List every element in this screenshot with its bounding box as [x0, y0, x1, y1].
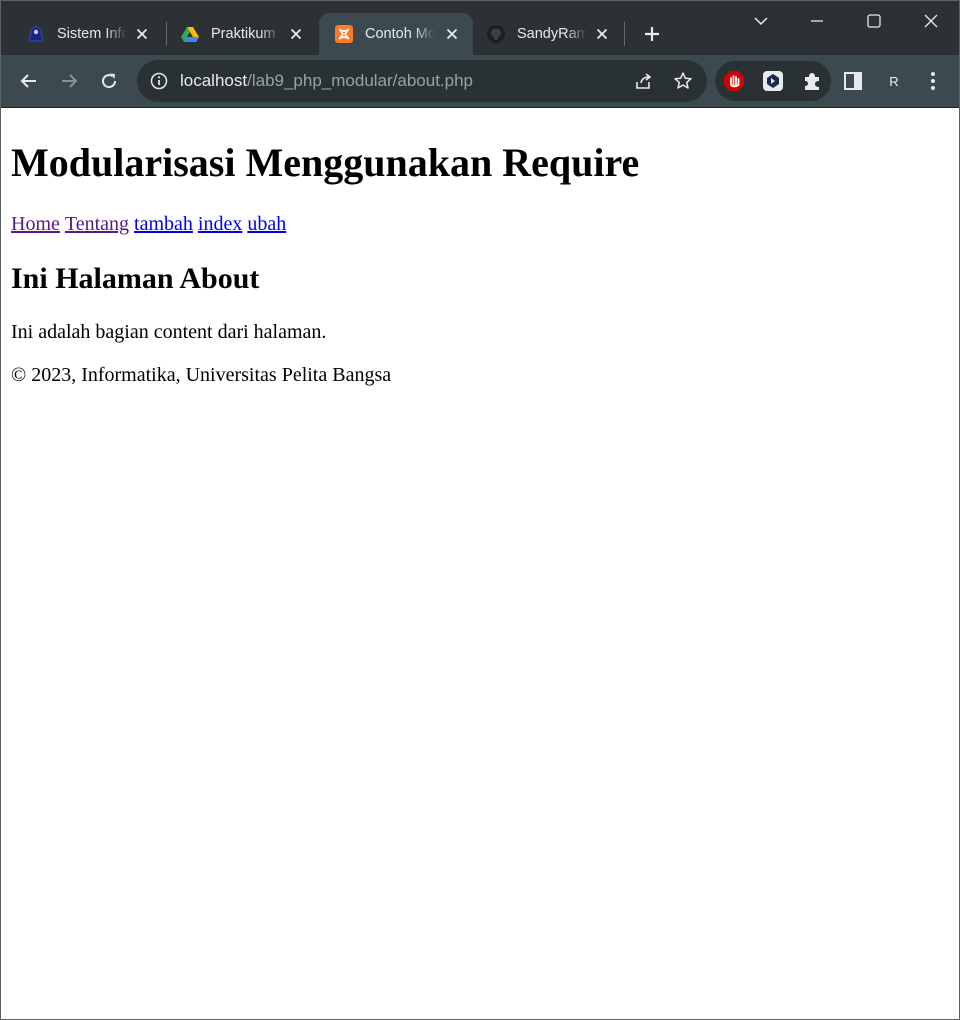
side-panel-icon [844, 72, 862, 90]
star-icon[interactable] [672, 70, 694, 92]
more-vert-icon [931, 72, 935, 90]
university-logo-icon [27, 25, 45, 43]
address-bar[interactable]: localhost/lab9_php_modular/about.php [137, 60, 707, 102]
maximize-button[interactable] [846, 1, 902, 41]
page-title: Modularisasi Menggunakan Require [11, 140, 640, 185]
close-window-button[interactable] [903, 1, 959, 41]
tab-title: SandyRamadhan [517, 26, 587, 42]
close-icon[interactable] [287, 25, 305, 43]
xampp-icon [335, 25, 353, 43]
tab-sistem-informasi[interactable]: Sistem Informasi [11, 13, 163, 55]
forward-button[interactable] [55, 67, 83, 95]
url-host: localhost [180, 71, 248, 90]
footer-text: © 2023, Informatika, Universitas Pelita … [11, 364, 392, 386]
new-tab-button[interactable] [639, 21, 665, 47]
browser-window: Sistem Informasi Praktikum Contoh Modula… [0, 0, 960, 1020]
section-heading: Ini Halaman About [11, 262, 260, 295]
maximize-icon [867, 14, 881, 28]
close-icon[interactable] [593, 25, 611, 43]
reload-icon [102, 73, 117, 89]
profile-avatar[interactable]: R [881, 68, 907, 94]
page-footer: © 2023, Informatika, Universitas Pelita … [11, 363, 949, 387]
page-viewport: Modularisasi Menggunakan Require Home Ten… [1, 107, 959, 1019]
close-icon [924, 14, 938, 28]
nav-link-index[interactable]: index [198, 213, 242, 235]
browser-toolbar: localhost/lab9_php_modular/about.php R [1, 55, 959, 107]
tab-title: Sistem Informasi [57, 26, 127, 42]
tab-contoh-modularisasi[interactable]: Contoh Modularisasi [319, 13, 473, 55]
content-text: Ini adalah bagian content dari halaman. [11, 321, 327, 343]
back-button[interactable] [15, 67, 43, 95]
extension-logo-icon[interactable] [762, 70, 784, 92]
chevron-down-icon [754, 17, 768, 26]
nav-link-ubah[interactable]: ubah [247, 213, 286, 235]
tab-search-button[interactable] [733, 1, 789, 41]
tab-title: Praktikum [211, 26, 276, 42]
url-path: /lab9_php_modular/about.php [247, 71, 474, 90]
tab-praktikum[interactable]: Praktikum [165, 13, 317, 55]
close-icon[interactable] [443, 25, 461, 43]
adblock-icon[interactable] [723, 70, 745, 92]
tab-title: Contoh Modularisasi [365, 26, 435, 42]
page-main: Ini Halaman About Ini adalah bagian cont… [11, 262, 949, 344]
page-header: Modularisasi Menggunakan Require Home Ten… [11, 140, 949, 236]
nav-link-home[interactable]: Home [11, 213, 60, 235]
menu-button[interactable] [921, 69, 945, 93]
arrow-right-icon [62, 74, 78, 88]
minimize-icon [811, 20, 823, 22]
reload-button[interactable] [95, 67, 123, 95]
close-icon[interactable] [133, 25, 151, 43]
nav-link-tambah[interactable]: tambah [134, 213, 193, 235]
arrow-left-icon [20, 74, 36, 88]
plus-icon [645, 27, 659, 41]
side-panel-button[interactable] [841, 69, 865, 93]
nav-link-tentang[interactable]: Tentang [65, 213, 129, 235]
extensions-group [715, 61, 831, 101]
tab-sandyramadhan[interactable]: SandyRamadhan [471, 13, 623, 55]
url-text[interactable]: localhost/lab9_php_modular/about.php [180, 71, 473, 91]
share-icon[interactable] [633, 70, 655, 92]
minimize-button[interactable] [789, 1, 845, 41]
tab-separator [624, 22, 625, 46]
tab-strip: Sistem Informasi Praktikum Contoh Modula… [1, 1, 959, 55]
google-drive-icon [181, 25, 199, 43]
puzzle-icon[interactable] [801, 70, 823, 92]
info-icon[interactable] [149, 71, 169, 91]
github-icon [487, 25, 505, 43]
nav-menu: Home Tentang tambah index ubah [11, 212, 949, 236]
